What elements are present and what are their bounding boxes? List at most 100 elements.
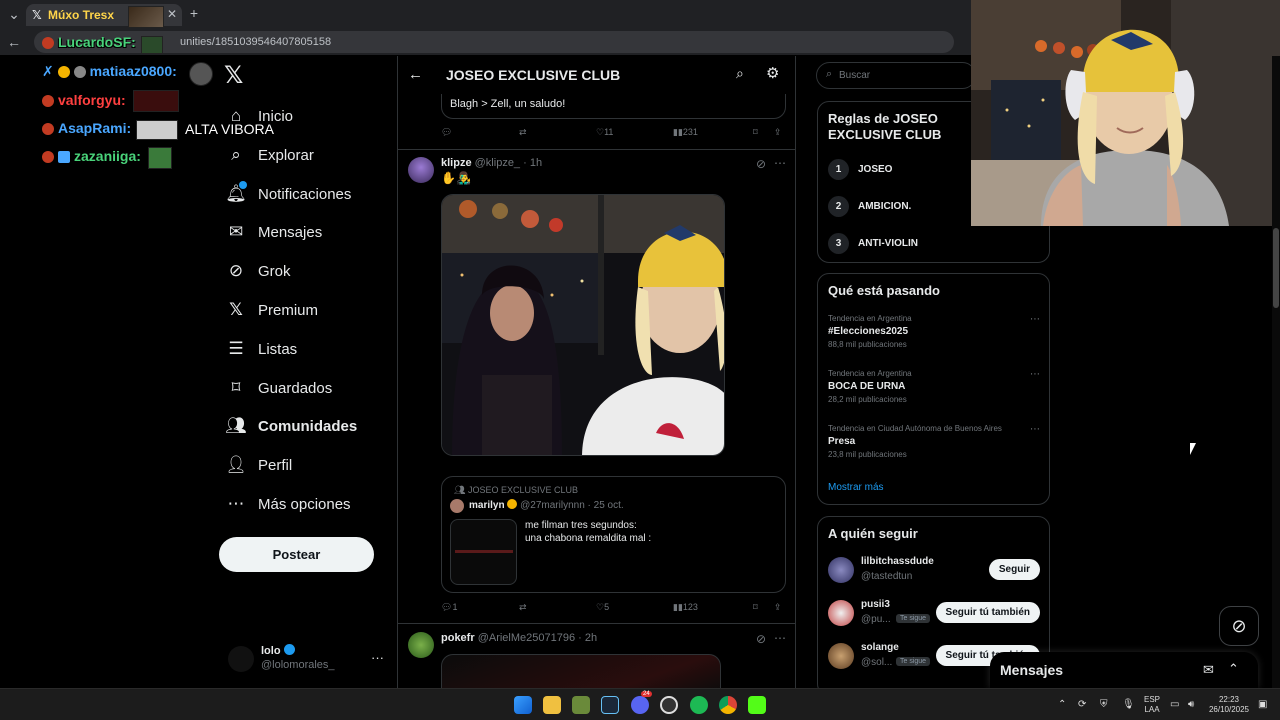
account-switcher[interactable]: lolo @lolomorales_ ··· [228, 644, 388, 674]
messages-drawer[interactable]: Mensajes ✉ ⌃ [990, 652, 1258, 688]
tab-close-icon[interactable]: ✕ [165, 4, 179, 24]
kick-icon[interactable] [748, 696, 766, 714]
tray-chevron-icon[interactable]: ⌃ [1058, 699, 1066, 710]
follow-back-button[interactable]: Seguir tú también [935, 602, 1040, 623]
back-arrow-icon[interactable]: ← [408, 66, 423, 83]
bookmark-icon[interactable]: ⌑ [753, 127, 758, 138]
grok-analyze-icon[interactable]: ⊘ [756, 632, 766, 646]
notification-center-icon[interactable]: ▣ [1258, 699, 1267, 710]
chat-badge-icon [42, 151, 54, 164]
post-more-icon[interactable]: ⋯ [774, 631, 786, 645]
like-button[interactable]: ♡ 11 [596, 127, 613, 138]
keyboard-layout: LAA [1144, 705, 1160, 714]
author-handle[interactable]: @klipze_ [475, 157, 520, 169]
follow-button[interactable]: Seguir [988, 559, 1040, 580]
network-icon[interactable]: ▭ [1170, 699, 1179, 710]
obs-icon[interactable] [660, 696, 678, 714]
trend-more-icon[interactable]: ⋯ [1030, 424, 1040, 435]
follow-suggestion[interactable]: pusii3 @pu... Te sigue Seguir tú también [828, 598, 1040, 628]
gear-icon[interactable]: ⚙ [766, 64, 779, 82]
post-button[interactable]: Postear [219, 537, 374, 572]
nav-item-mas-opciones[interactable]: ⋯ Más opciones [226, 491, 351, 517]
avatar[interactable] [408, 157, 434, 183]
clock[interactable]: 22:23 26/10/2025 [1206, 695, 1252, 715]
expand-chevron-icon[interactable]: ⌃ [1228, 661, 1239, 677]
sync-icon[interactable]: ⟳ [1078, 699, 1086, 710]
nav-item-mensajes[interactable]: ✉ Mensajes [226, 219, 322, 245]
volume-icon[interactable]: 🔊︎ [1188, 699, 1194, 710]
nav-item-inicio[interactable]: ⌂ Inicio [226, 103, 293, 129]
post-time[interactable]: · 2h [578, 632, 597, 644]
share-icon[interactable]: ⇪ [774, 127, 782, 138]
author-name[interactable]: pokefr [441, 632, 475, 644]
repost-icon[interactable]: ⇄ [519, 127, 527, 138]
page-scrollbar[interactable] [1272, 56, 1280, 688]
nav-item-explorar[interactable]: ⌕ Explorar [226, 142, 314, 168]
scrollbar-thumb[interactable] [1273, 228, 1279, 308]
microphone-icon[interactable]: 🎙︎ [1122, 699, 1135, 710]
trend-more-icon[interactable]: ⋯ [1030, 314, 1040, 325]
reply-icon[interactable]: 💬︎ [441, 127, 452, 138]
author-handle[interactable]: @ArielMe25071796 [478, 632, 575, 644]
url-field[interactable]: unities/1851039546407805158 [34, 31, 954, 53]
follow-suggestion[interactable]: lilbitchassdude @tastedtun Seguir [828, 555, 1040, 585]
bookmark-icon[interactable]: ⌑ [753, 602, 758, 613]
views-button[interactable]: ▮▮ 123 [673, 602, 698, 613]
rule-label: AMBICION. [858, 200, 912, 212]
chat-user: zazaniiga [74, 148, 137, 164]
nav-item-notificaciones[interactable]: 🔔︎ Notificaciones [225, 181, 351, 207]
tab-list-chevron-icon[interactable]: ⌄ [6, 4, 22, 24]
reply-button[interactable]: 💬︎ 1 [441, 602, 457, 613]
grok-analyze-icon[interactable]: ⊘ [756, 157, 766, 171]
rule-item[interactable]: 2 AMBICION. [828, 195, 911, 217]
trend-item[interactable]: Tendencia en Ciudad Autónoma de Buenos A… [828, 424, 1040, 459]
trend-item[interactable]: Tendencia en Argentina BOCA DE URNA 28,2… [828, 369, 1040, 404]
views-button[interactable]: ▮▮ 231 [673, 127, 698, 138]
chrome-icon[interactable] [719, 696, 737, 714]
show-more-link[interactable]: Mostrar más [828, 482, 884, 493]
trends-panel: Qué está pasando Tendencia en Argentina … [817, 273, 1050, 505]
search-input[interactable]: ⌕ Buscar [816, 62, 976, 89]
app-icon[interactable] [572, 696, 590, 714]
url-text: unities/1851039546407805158 [180, 36, 332, 48]
new-tab-icon[interactable]: + [186, 3, 202, 23]
avatar[interactable] [408, 632, 434, 658]
nav-item-premium[interactable]: 𝕏 Premium [226, 297, 318, 323]
post-media[interactable] [441, 654, 721, 688]
quoted-post[interactable]: 👥︎ JOSEO EXCLUSIVE CLUB marilyn @27maril… [441, 476, 786, 593]
search-icon[interactable]: ⌕ [736, 65, 744, 82]
file-explorer-icon[interactable] [543, 696, 561, 714]
chat-user: valforgyu [58, 92, 122, 108]
trend-item[interactable]: Tendencia en Argentina #Elecciones2025 8… [828, 314, 1040, 349]
repost-icon[interactable]: ⇄ [519, 602, 527, 613]
post-actions: 💬︎ ⇄ ♡ 11 ▮▮ 231 ⌑ ⇪ [441, 127, 786, 143]
steam-icon[interactable] [601, 696, 619, 714]
post-video[interactable] [441, 194, 725, 456]
grok-floating-button[interactable]: ⊘ [1219, 606, 1259, 646]
grok-icon: ⊘ [228, 261, 244, 280]
rule-item[interactable]: 3 ANTI-VIOLIN [828, 232, 918, 254]
new-message-icon[interactable]: ✉ [1203, 662, 1214, 678]
author-name[interactable]: klipze [441, 157, 472, 169]
language-indicator[interactable]: ESP LAA [1142, 695, 1162, 715]
quote-community-name: JOSEO EXCLUSIVE CLUB [467, 485, 578, 495]
nav-item-listas[interactable]: ☰ Listas [226, 336, 297, 362]
post-time[interactable]: · 1h [523, 157, 542, 169]
trend-more-icon[interactable]: ⋯ [1030, 369, 1040, 380]
nav-item-comunidades[interactable]: 👥︎ Comunidades [225, 413, 357, 439]
like-button[interactable]: ♡ 5 [596, 602, 609, 613]
nav-item-guardados[interactable]: ⌑ Guardados [226, 375, 333, 401]
rule-item[interactable]: 1 JOSEO [828, 158, 892, 180]
discord-icon[interactable]: 24 [631, 691, 652, 714]
nav-item-perfil[interactable]: 👤︎ Perfil [225, 452, 292, 478]
security-icon[interactable]: ⛨ [1100, 699, 1108, 710]
share-icon[interactable]: ⇪ [774, 602, 782, 613]
start-icon[interactable] [514, 696, 532, 714]
account-more-icon[interactable]: ··· [371, 650, 384, 665]
nav-item-grok[interactable]: ⊘ Grok [226, 258, 291, 284]
x-logo-icon[interactable]: 𝕏 [224, 64, 248, 88]
chat-colon: : [136, 148, 141, 164]
post-more-icon[interactable]: ⋯ [774, 156, 786, 170]
spotify-icon[interactable] [690, 696, 708, 714]
back-icon[interactable]: ← [6, 32, 22, 52]
